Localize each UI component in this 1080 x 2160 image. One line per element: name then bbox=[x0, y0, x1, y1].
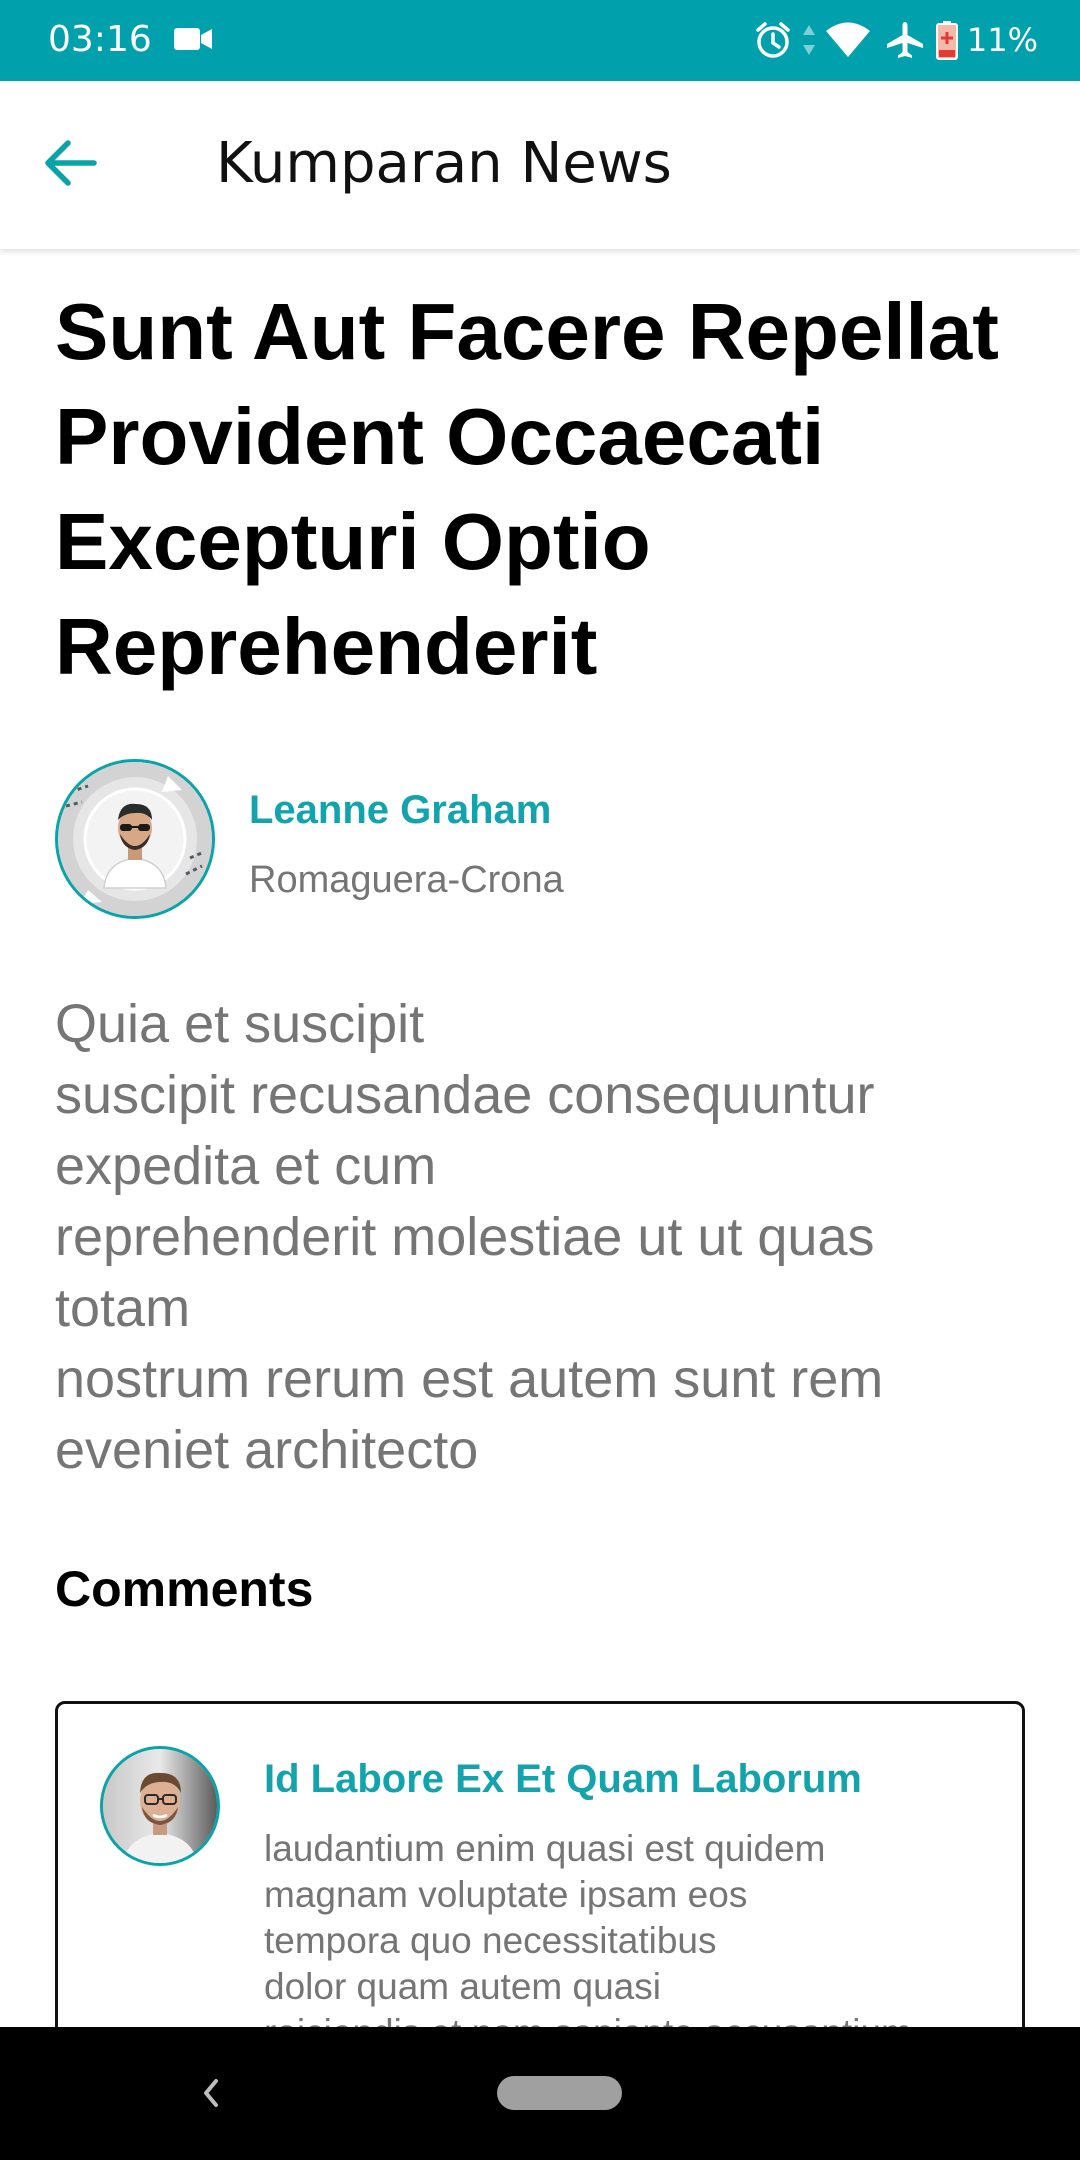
video-camera-icon bbox=[174, 26, 214, 57]
system-nav-bar bbox=[0, 2027, 1080, 2160]
article-content[interactable]: Sunt Aut Facere Repellat Provident Occae… bbox=[0, 249, 1080, 2027]
battery-percent: 11% bbox=[966, 21, 1038, 59]
arrow-left-icon bbox=[44, 139, 98, 191]
screen: 03:16 11% Kumparan News Sunt Aut Facere … bbox=[0, 0, 1080, 2160]
author-avatar[interactable] bbox=[55, 759, 215, 919]
author-name[interactable]: Leanne Graham bbox=[249, 785, 551, 835]
page-title: Kumparan News bbox=[216, 131, 672, 196]
author-row: Leanne Graham Romaguera-Crona bbox=[55, 759, 1015, 929]
article-body: Quia et suscipit suscipit recusandae con… bbox=[55, 994, 884, 1480]
article-title: Sunt Aut Facere Repellat Provident Occae… bbox=[55, 287, 999, 691]
status-icons: 11% bbox=[753, 18, 1038, 62]
commenter-avatar bbox=[100, 1746, 220, 1866]
author-company: Romaguera-Crona bbox=[249, 859, 564, 901]
status-bar: 03:16 11% bbox=[0, 0, 1080, 81]
airplane-icon bbox=[885, 20, 925, 60]
nav-back-icon[interactable] bbox=[186, 2067, 236, 2119]
comment-title: Id Labore Ex Et Quam Laborum bbox=[264, 1757, 862, 1801]
comment-card[interactable]: Id Labore Ex Et Quam Laborum laudantium … bbox=[55, 1701, 1025, 2027]
comments-heading: Comments bbox=[55, 1561, 314, 1617]
wifi-icon bbox=[825, 22, 871, 58]
nav-home-pill[interactable] bbox=[497, 2076, 622, 2110]
status-time: 03:16 bbox=[48, 19, 152, 60]
comment-body: laudantium enim quasi est quidem magnam … bbox=[264, 1828, 912, 2027]
alarm-icon bbox=[753, 20, 793, 60]
back-button[interactable] bbox=[44, 131, 124, 199]
app-bar: Kumparan News bbox=[0, 81, 1080, 249]
battery-low-icon bbox=[935, 20, 959, 60]
data-arrows-icon bbox=[801, 23, 817, 57]
